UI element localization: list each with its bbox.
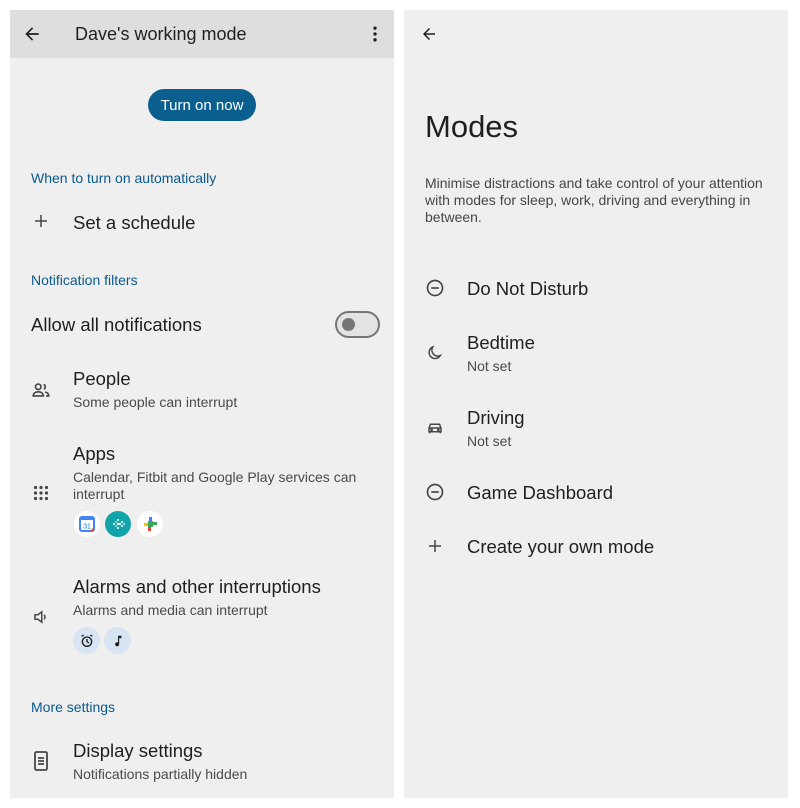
- mode-name: Game Dashboard: [467, 482, 614, 503]
- modes-screen: Modes Minimise distractions and take con…: [404, 10, 788, 798]
- play-services-app-icon: [137, 511, 163, 537]
- alarms-title: Alarms and other interruptions: [73, 576, 321, 597]
- section-header-more: More settings: [31, 699, 116, 715]
- people-icon: [29, 378, 53, 402]
- apps-title: Apps: [73, 443, 116, 464]
- plus-icon[interactable]: [30, 210, 52, 232]
- allow-all-notifications-label: Allow all notifications: [31, 314, 202, 335]
- do-not-disturb-icon: [424, 277, 446, 299]
- mode-name: Driving: [467, 407, 525, 428]
- more-options-icon[interactable]: [363, 22, 387, 46]
- alarms-subtitle: Alarms and media can interrupt: [73, 602, 268, 618]
- mode-name: Create your own mode: [467, 536, 655, 557]
- back-arrow-icon[interactable]: [417, 22, 441, 46]
- people-title: People: [73, 368, 131, 389]
- display-settings-title: Display settings: [73, 740, 203, 761]
- modes-description: Minimise distractions and take control o…: [425, 175, 763, 225]
- moon-icon: [424, 342, 446, 364]
- back-arrow-icon[interactable]: [20, 22, 44, 46]
- calendar-day-text: 31: [83, 524, 91, 531]
- plus-icon: [424, 535, 446, 557]
- music-note-icon: [104, 627, 131, 654]
- mode-status: Not set: [467, 433, 512, 449]
- people-subtitle: Some people can interrupt: [73, 394, 238, 410]
- do-not-disturb-icon: [424, 481, 446, 503]
- app-bar: Dave's working mode: [10, 10, 394, 58]
- mode-status: Not set: [467, 358, 512, 374]
- section-header-auto: When to turn on automatically: [31, 170, 217, 186]
- calendar-app-icon: 31: [74, 511, 100, 537]
- mode-name: Do Not Disturb: [467, 278, 589, 299]
- turn-on-now-button[interactable]: Turn on now: [148, 89, 256, 121]
- apps-subtitle-line1: Calendar, Fitbit and Google Play service…: [73, 469, 357, 485]
- allow-all-notifications-toggle[interactable]: [335, 311, 380, 338]
- section-header-filters: Notification filters: [31, 272, 138, 288]
- page-title: Modes: [425, 109, 519, 144]
- display-settings-subtitle: Notifications partially hidden: [73, 766, 248, 782]
- page-title: Dave's working mode: [75, 24, 247, 44]
- set-schedule-item[interactable]: Set a schedule: [73, 212, 195, 234]
- apps-subtitle-line2: interrupt: [73, 486, 125, 502]
- toggle-knob: [342, 318, 355, 331]
- fitbit-app-icon: [105, 511, 131, 537]
- working-mode-screen: Dave's working mode Turn on now When to …: [10, 10, 394, 798]
- display-phone-icon: [30, 749, 52, 773]
- car-icon: [424, 417, 446, 439]
- alarm-icon: [73, 627, 100, 654]
- mode-name: Bedtime: [467, 332, 535, 353]
- apps-grid-icon: [30, 482, 52, 504]
- volume-icon: [30, 606, 52, 628]
